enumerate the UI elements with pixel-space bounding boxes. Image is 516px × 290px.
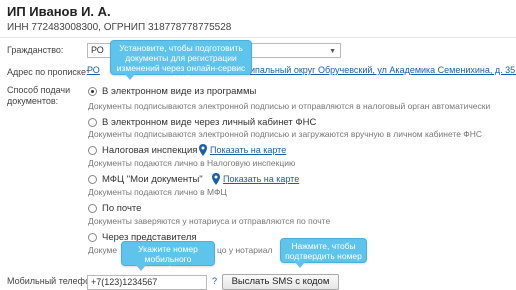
citizenship-value: РО [91, 45, 104, 55]
option-label: Налоговая инспекция [102, 145, 198, 156]
option-label: В электронном виде через личный кабинет … [102, 117, 317, 128]
option-desc: Документы подаются лично в Налоговую инс… [88, 158, 296, 168]
method-label: Способ подачи документов: [7, 85, 71, 106]
address-label: Адрес по прописке: [7, 67, 89, 77]
tooltip-online-service: Установите, чтобы подготовить документы … [110, 40, 252, 83]
show-on-map-link[interactable]: Показать на карте [210, 145, 286, 155]
option-desc: Документы подписываются электронной подп… [88, 101, 491, 111]
radio-tax-office[interactable] [88, 146, 97, 155]
show-on-map-link[interactable]: Показать на карте [223, 174, 299, 184]
radio-representative[interactable] [88, 233, 97, 242]
address-link-start[interactable]: РО [87, 65, 100, 75]
option-label: В электронном виде из программы [102, 86, 257, 97]
tooltip-phone: Укажите номер мобильного телефона [121, 241, 215, 274]
citizenship-label: Гражданство: [7, 45, 64, 55]
help-icon[interactable]: ? [212, 276, 217, 286]
map-pin-icon [212, 173, 220, 185]
tooltip-sms: Нажмите, чтобы подтвердить номер [280, 238, 367, 268]
option-label: МФЦ "Мои документы" [102, 174, 203, 185]
radio-post[interactable] [88, 204, 97, 213]
phone-input[interactable]: +7(123)1234567 [87, 275, 207, 290]
page-title: ИП Иванов И. А. [7, 4, 111, 19]
option-desc: Документы подписываются электронной подп… [88, 129, 483, 139]
radio-mfc[interactable] [88, 175, 97, 184]
tax-ids: ИНН 772483008300, ОГРНИП 318778778775528 [7, 22, 232, 33]
option-desc-start: Докуме [88, 245, 118, 255]
option-desc: Документы заверяются у нотариуса и отпра… [88, 216, 331, 226]
chevron-down-icon: ▼ [329, 48, 336, 55]
phone-label: Мобильный телефон: [7, 276, 98, 286]
option-desc-end: цо у нотариал [217, 245, 273, 255]
divider [0, 37, 516, 38]
map-pin-icon [199, 144, 207, 156]
send-sms-button[interactable]: Выслать SMS с кодом [222, 274, 339, 290]
option-label: По почте [102, 203, 142, 214]
radio-electronic-cabinet[interactable] [88, 118, 97, 127]
address-link-end[interactable]: ипальный округ Обручевский, ул Академика… [250, 65, 516, 75]
radio-electronic-program[interactable] [88, 87, 97, 96]
option-desc: Документы подаются лично в МФЦ [88, 187, 227, 197]
